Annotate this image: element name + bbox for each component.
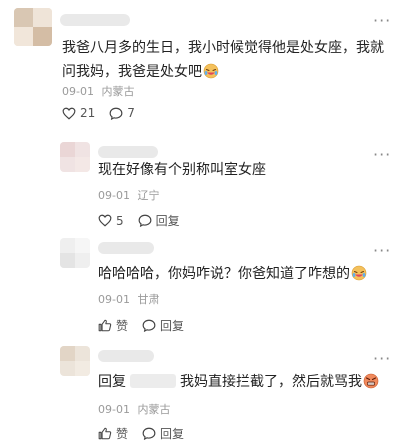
reply-label: 回复: [155, 214, 180, 228]
reply-actions: 5 回复: [98, 212, 194, 229]
reply-meta: 09-01 辽宁: [98, 189, 159, 203]
reply-text: 回复 我妈直接拦截了，然后就骂我: [98, 370, 388, 394]
reply-label: 回复: [160, 319, 185, 333]
like-label: 赞: [116, 319, 129, 333]
more-options-icon[interactable]: ···: [373, 351, 391, 367]
reply-date: 09-01: [98, 293, 130, 306]
reply-count: 7: [127, 106, 135, 120]
comment-bubble-icon: [142, 427, 156, 440]
like-label: 赞: [116, 427, 129, 441]
avatar[interactable]: [60, 142, 90, 172]
reply-button[interactable]: 回复: [142, 317, 184, 334]
more-options-icon[interactable]: ···: [373, 243, 391, 259]
thumbs-up-icon: [98, 319, 112, 332]
thumbs-up-icon: [98, 427, 112, 440]
mentioned-user[interactable]: [130, 374, 176, 388]
more-options-icon[interactable]: ···: [373, 13, 391, 29]
username[interactable]: [98, 242, 154, 254]
comment-text: 我爸八月多的生日，我小时候觉得他是处女座，我就问我妈，我爸是处女吧: [62, 36, 392, 84]
angry-emoji-icon: [363, 373, 379, 389]
comment-meta: 09-01 内蒙古: [62, 85, 134, 99]
comment-actions: 21 7: [62, 106, 149, 120]
comment-body: 我爸八月多的生日，我小时候觉得他是处女座，我就问我妈，我爸是处女吧: [62, 40, 384, 80]
reply-label: 回复: [160, 427, 185, 441]
avatar[interactable]: [60, 346, 90, 376]
username[interactable]: [98, 350, 154, 362]
reply-text: 现在好像有个别称叫室女座: [98, 158, 388, 182]
laughing-crying-emoji-icon: [351, 265, 367, 281]
reply-location: 甘肃: [137, 293, 160, 306]
reply-meta: 09-01 内蒙古: [98, 403, 170, 417]
like-button[interactable]: 赞: [98, 425, 128, 442]
comment-bubble-icon: [142, 319, 156, 332]
reply-location: 内蒙古: [137, 403, 171, 416]
reply-text: 哈哈哈哈，你妈咋说？你爸知道了咋想的: [98, 262, 388, 286]
reply-button[interactable]: 7: [109, 106, 135, 120]
reply-prefix: 回复: [98, 374, 126, 390]
reply-location: 辽宁: [137, 189, 160, 202]
reply-meta: 09-01 甘肃: [98, 293, 159, 307]
heart-icon: [98, 214, 112, 227]
comment-bubble-icon: [109, 107, 123, 120]
reply-date: 09-01: [98, 403, 130, 416]
avatar[interactable]: [60, 238, 90, 268]
reply-actions: 赞 回复: [98, 317, 198, 334]
like-count: 21: [80, 106, 96, 120]
reply-date: 09-01: [98, 189, 130, 202]
comment-location: 内蒙古: [101, 85, 135, 98]
username[interactable]: [60, 14, 130, 26]
reply-body: 哈哈哈哈，你妈咋说？你爸知道了咋想的: [98, 266, 350, 282]
like-button[interactable]: 赞: [98, 317, 128, 334]
reply-body: 现在好像有个别称叫室女座: [98, 162, 266, 178]
comment-bubble-icon: [138, 214, 152, 227]
reply-button[interactable]: 回复: [142, 425, 184, 442]
reply-actions: 赞 回复: [98, 425, 198, 442]
reply-body: 我妈直接拦截了，然后就骂我: [180, 374, 362, 390]
heart-icon: [62, 107, 76, 120]
comment-date: 09-01: [62, 85, 94, 98]
avatar[interactable]: [14, 8, 52, 46]
reply-button[interactable]: 回复: [138, 212, 180, 229]
username[interactable]: [98, 146, 158, 158]
like-count: 5: [116, 213, 124, 228]
laughing-crying-emoji-icon: [203, 63, 219, 79]
like-button[interactable]: 21: [62, 106, 95, 120]
like-button[interactable]: 5: [98, 214, 124, 228]
